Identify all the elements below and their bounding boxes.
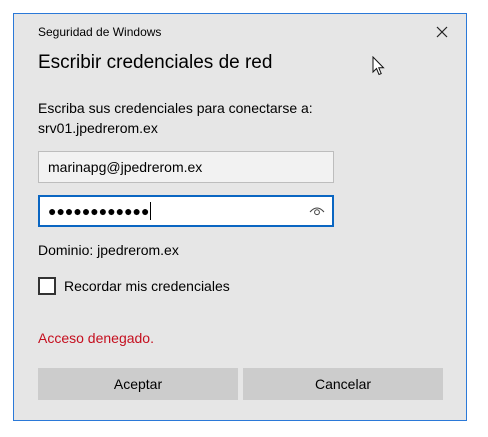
close-icon	[436, 26, 448, 38]
eye-icon	[309, 207, 325, 216]
connection-prompt: Escriba sus credenciales para conectarse…	[38, 98, 313, 138]
domain-label: Dominio: jpedrerom.ex	[38, 242, 179, 258]
username-value: marinapg@jpedrerom.ex	[48, 159, 203, 175]
cancel-button[interactable]: Cancelar	[243, 368, 443, 400]
remember-label: Recordar mis credenciales	[64, 278, 230, 294]
prompt-text: Escriba sus credenciales para conectarse…	[38, 100, 313, 116]
password-masked-value: ●●●●●●●●●●●●	[48, 203, 150, 219]
reveal-password-button[interactable]	[308, 203, 326, 219]
remember-checkbox[interactable]	[38, 277, 56, 295]
remember-credentials-option[interactable]: Recordar mis credenciales	[38, 277, 230, 295]
server-name: srv01.jpedrerom.ex	[38, 120, 158, 136]
window-title: Seguridad de Windows	[38, 25, 162, 39]
username-field[interactable]: marinapg@jpedrerom.ex	[38, 151, 334, 183]
ok-button[interactable]: Aceptar	[38, 368, 238, 400]
close-button[interactable]	[424, 18, 460, 46]
dialog-heading: Escribir credenciales de red	[38, 52, 273, 73]
credentials-dialog: Seguridad de Windows Escribir credencial…	[13, 13, 467, 421]
text-caret	[150, 202, 152, 220]
mouse-cursor-icon	[372, 56, 385, 76]
error-message: Acceso denegado.	[38, 330, 154, 346]
password-field[interactable]: ●●●●●●●●●●●●	[38, 195, 334, 227]
